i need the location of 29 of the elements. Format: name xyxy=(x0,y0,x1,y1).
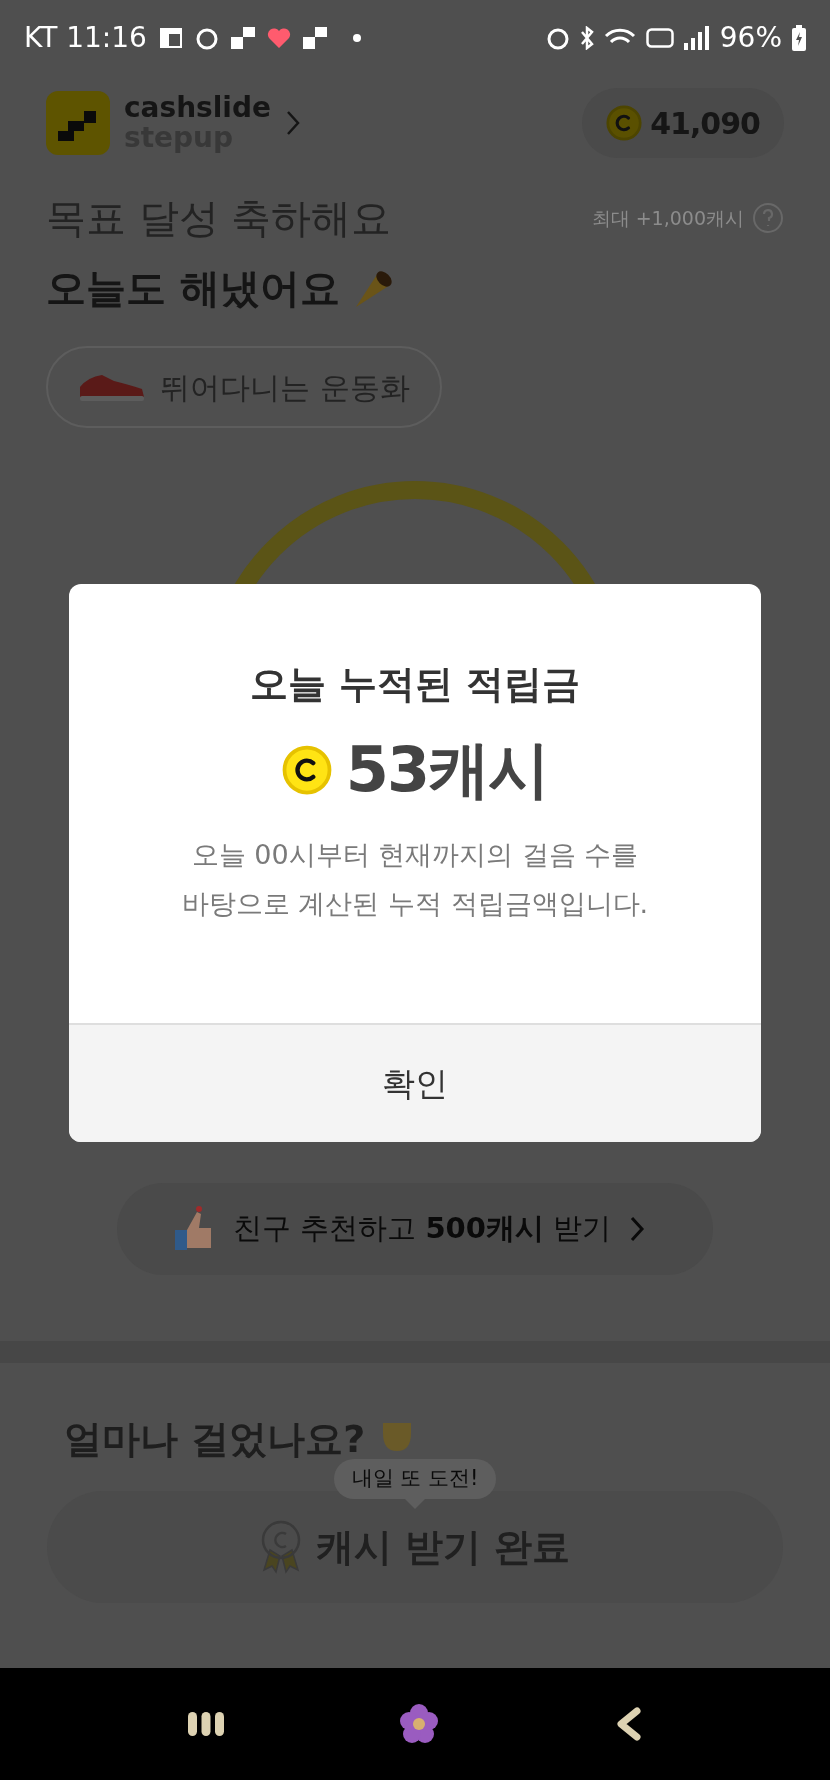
signal-icon xyxy=(683,26,710,50)
cash-amount: 53캐시 xyxy=(345,732,549,808)
status-time: KT 11:16 xyxy=(24,20,147,56)
dialog-description: 오늘 00시부터 현재까지의 걸음 수를 xyxy=(191,838,639,872)
max-reward-text: 최대 +1,000캐시 xyxy=(591,205,744,231)
chevron-right-icon xyxy=(285,109,301,137)
dot-icon xyxy=(352,34,361,42)
stairs-logo-icon xyxy=(46,91,110,155)
battery-percent: 96% xyxy=(719,20,782,56)
heart-icon xyxy=(266,27,291,49)
referral-banner[interactable]: 친구 추천하고 500캐시 받기 xyxy=(117,1183,713,1275)
bluetooth-icon xyxy=(579,26,594,50)
coin-icon xyxy=(281,744,332,795)
chevron-right-icon xyxy=(629,1215,646,1243)
brand-name: cashslide xyxy=(124,93,271,123)
battery-icon xyxy=(792,25,806,51)
referral-text: 친구 추천하고 500캐시 받기 xyxy=(233,1210,612,1248)
stairs-icon xyxy=(302,27,327,49)
goal-headline: 오늘도 해냈어요 xyxy=(46,264,340,313)
layout-icon xyxy=(158,27,183,49)
dialog-description: 바탕으로 계산된 누적 적립금액입니다. xyxy=(181,887,649,921)
recent-apps-icon[interactable] xyxy=(187,1710,225,1738)
confirm-button[interactable]: 확인 xyxy=(69,1023,761,1142)
tooltip: 내일 또 도전! xyxy=(333,1459,497,1499)
dialog-title: 오늘 누적된 적립금 xyxy=(249,661,581,708)
stairs-icon xyxy=(230,27,255,49)
medal-icon xyxy=(259,1520,302,1574)
home-flower-icon[interactable] xyxy=(399,1704,439,1744)
coin-icon xyxy=(606,105,643,141)
